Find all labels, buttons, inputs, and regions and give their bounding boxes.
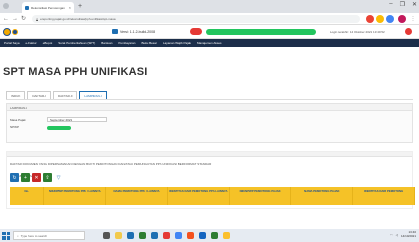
minimize-button[interactable]: – (389, 1, 392, 8)
version-text: Versi: 1.1.2-build-2008 (120, 29, 156, 34)
url-text: ereporting.pajak.go.id/rekonsiliasi/pph-… (40, 17, 116, 21)
app-icon[interactable] (187, 232, 194, 239)
tab-close-icon[interactable]: × (69, 5, 71, 10)
column-header-no[interactable]: No. (10, 187, 45, 205)
tab-divider (6, 99, 413, 100)
extension-icon[interactable] (366, 15, 374, 23)
section-heading: DAFTAR DOKUMEN YANG DIPERSAMAKAN DENGAN … (10, 162, 212, 166)
nav-item-efaktur[interactable]: e-Faktur (26, 41, 37, 45)
main-nav: Portal Saya e-Faktur eBupot Surat Pember… (0, 39, 419, 47)
taskbar-clock[interactable]: 13:40 14/10/2021 (400, 230, 416, 238)
clock-date: 14/10/2021 (400, 233, 416, 238)
logout-icon[interactable] (405, 28, 412, 35)
table-header: No. NIK/NPWP PEMOTONG PPh / LAINNYA NAMA… (10, 187, 416, 205)
extension-icon[interactable] (376, 15, 384, 23)
volume-icon[interactable]: ◁ (396, 233, 398, 237)
logo-mark (12, 28, 18, 35)
excel-icon[interactable] (139, 232, 146, 239)
browser-tab[interactable]: Rekonsiliasi Pemotongan × (22, 2, 74, 13)
app-icon[interactable] (211, 232, 218, 239)
column-header[interactable]: NAMA PEMOTONG PAJAK (291, 187, 354, 205)
status-pill[interactable] (190, 28, 202, 35)
back-icon[interactable]: ← (3, 15, 9, 23)
window-controls: – ❐ ✕ (389, 1, 417, 8)
form-tabs: INDUK DAFTAR-I DAFTAR-II LAMPIRAN-I (6, 91, 107, 99)
app-icon[interactable] (223, 232, 230, 239)
window-menu-icon[interactable] (3, 3, 9, 9)
tab-daftar-ii[interactable]: DAFTAR-II (52, 91, 78, 99)
filter-icon[interactable]: ▽ (54, 173, 63, 182)
search-icon: ⌕ (17, 233, 19, 238)
column-header[interactable]: IDENTITAS DARI PEMOTONG (353, 187, 416, 205)
word-icon[interactable] (151, 232, 158, 239)
close-window-button[interactable]: ✕ (412, 1, 417, 8)
app-icon[interactable] (199, 232, 206, 239)
version-info: Versi: 1.1.2-build-2008 (112, 29, 155, 34)
column-header[interactable]: NIK/NPWP PEMOTONG PPh / LAINNYA (44, 187, 107, 205)
app-icon[interactable] (163, 232, 170, 239)
nav-item-manajemen-akses[interactable]: Manajemen Akses (197, 41, 222, 45)
tab-daftar-i[interactable]: DAFTAR-I (27, 91, 51, 99)
extension-icon[interactable] (386, 15, 394, 23)
table-toolbar: ↻ + ✕ ⇧ ▽ (10, 173, 63, 182)
nav-item-bantuan[interactable]: Bantuan (101, 41, 112, 45)
tab-lampiran-i[interactable]: LAMPIRAN-I (79, 91, 107, 99)
taskbar-apps (103, 232, 230, 239)
taskbar-search-field[interactable]: ⌕ Type here to search (13, 231, 85, 240)
new-tab-button[interactable]: + (78, 2, 82, 11)
profile-avatar[interactable] (398, 15, 406, 23)
task-view-icon[interactable] (103, 232, 110, 239)
url-field[interactable]: 🔒︎ ereporting.pajak.go.id/rekonsiliasi/p… (32, 15, 360, 23)
column-header[interactable]: NIK/NPWP PEMOTONG PAJAK (230, 187, 292, 205)
nav-item-buku-besar[interactable]: Buku Besar (141, 41, 157, 45)
panel-heading: LAMPIRAN-I (7, 104, 412, 111)
column-header[interactable]: IDENTITAS DARI PEMOTONG PPh LAINNYA (168, 187, 230, 205)
file-explorer-icon[interactable] (115, 232, 122, 239)
djp-logo[interactable] (3, 27, 21, 36)
logo-mark (3, 27, 11, 36)
nav-item-ebupot[interactable]: eBupot (43, 41, 53, 45)
masa-pajak-label: Masa Pajak (10, 118, 26, 122)
nav-item-pembayaran[interactable]: Pembayaran (118, 41, 135, 45)
upload-icon[interactable]: ⇧ (43, 173, 52, 182)
delete-icon[interactable]: ✕ (32, 173, 41, 182)
forward-icon[interactable]: → (12, 15, 18, 23)
wifi-icon[interactable]: ◠ (390, 233, 393, 237)
windows-taskbar: ⌕ Type here to search ◠ ◁ 13:40 14/10/20… (0, 229, 419, 242)
chrome-icon[interactable] (175, 232, 182, 239)
windows-start-icon[interactable] (2, 231, 10, 240)
panel-heading-bar (7, 152, 412, 157)
reload-icon[interactable]: ↻ (21, 15, 26, 23)
edge-icon[interactable] (127, 232, 134, 239)
nav-item-portal[interactable]: Portal Saya (4, 41, 20, 45)
masa-pajak-field[interactable]: September 2021 (47, 117, 107, 122)
npwp-label: NPWP (10, 125, 19, 129)
lock-icon: 🔒︎ (36, 16, 39, 22)
tab-title: Rekonsiliasi Pemotongan (31, 5, 65, 10)
identity-panel: LAMPIRAN-I Masa Pajak September 2021 NPW… (6, 103, 413, 143)
maximize-button[interactable]: ❐ (400, 1, 405, 8)
app-header: Versi: 1.1.2-build-2008 Login terakhir: … (0, 25, 419, 39)
last-login-text: Login terakhir: 14 Oktober 2021 13:40:52 (330, 30, 385, 34)
browser-menu-icon[interactable]: ⋮ (409, 15, 417, 23)
monitor-icon (112, 29, 118, 34)
browser-tabstrip: Rekonsiliasi Pemotongan × + – ❐ ✕ (0, 0, 419, 13)
refresh-icon[interactable]: ↻ (10, 173, 19, 182)
nav-item-spt[interactable]: Surat Pemberitahuan (SPT) (58, 41, 95, 45)
redaction-mark (206, 29, 316, 35)
tab-favicon-icon (25, 5, 29, 10)
system-tray: ◠ ◁ 13:40 14/10/2021 (390, 230, 416, 238)
search-placeholder: Type here to search (20, 233, 48, 238)
address-bar: ← → ↻ 🔒︎ ereporting.pajak.go.id/rekonsil… (0, 13, 419, 25)
column-header[interactable]: NAMA PEMOTONG PPh / LAINNYA (106, 187, 168, 205)
add-row-icon[interactable]: + (21, 173, 30, 182)
tab-induk[interactable]: INDUK (6, 91, 26, 99)
redaction-mark (47, 126, 71, 130)
page-title: SPT MASA PPH UNIFIKASI (3, 66, 148, 78)
nav-item-layanan[interactable]: Layanan Wajib Pajak (163, 41, 191, 45)
